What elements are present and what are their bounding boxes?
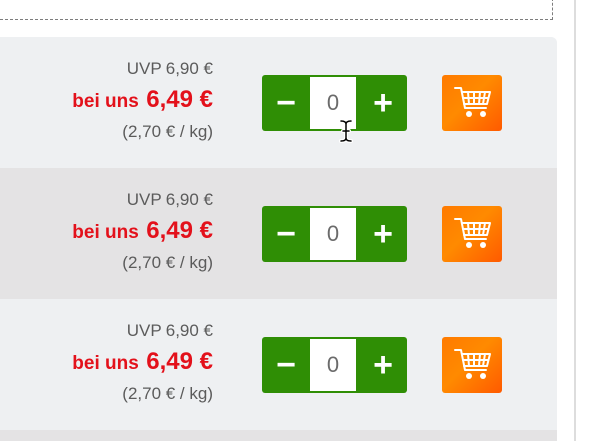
decrease-quantity-button[interactable]: −	[262, 337, 310, 393]
text-cursor-icon	[339, 119, 353, 143]
our-price: bei uns 6,49 €	[0, 347, 213, 380]
price-block: UVP 6,90 € bei uns 6,49 € (2,70 € / kg)	[0, 58, 213, 143]
price-block: UVP 6,90 € bei uns 6,49 € (2,70 € / kg)	[0, 189, 213, 274]
our-price-value: 6,49 €	[146, 217, 213, 244]
uvp-label: UVP	[126, 321, 162, 340]
uvp-value: 6,90 €	[165, 321, 213, 340]
quantity-stepper: − +	[262, 337, 407, 393]
uvp-price: UVP 6,90 €	[0, 189, 213, 211]
list-item: UVP 6,90 € bei uns 6,49 € (2,70 € / kg) −…	[0, 37, 557, 168]
page-border	[574, 0, 576, 441]
our-price: bei uns 6,49 €	[0, 85, 213, 118]
shopping-cart-icon	[454, 349, 491, 379]
add-to-cart-button[interactable]	[442, 337, 502, 393]
increase-quantity-button[interactable]: +	[359, 75, 407, 131]
shopping-cart-icon	[454, 87, 491, 117]
quantity-stepper: − +	[262, 75, 407, 131]
our-price-value: 6,49 €	[146, 348, 213, 375]
decrease-quantity-button[interactable]: −	[262, 206, 310, 262]
quantity-stepper: − +	[262, 206, 407, 262]
quantity-input[interactable]	[310, 208, 356, 260]
uvp-price: UVP 6,90 €	[0, 58, 213, 80]
uvp-label: UVP	[126, 190, 162, 209]
our-price-value: 6,49 €	[146, 86, 213, 113]
our-price-label: bei uns	[72, 353, 139, 374]
unit-price: (2,70 € / kg)	[122, 122, 213, 141]
our-price-label: bei uns	[72, 91, 139, 112]
increase-quantity-button[interactable]: +	[359, 337, 407, 393]
our-price-label: bei uns	[72, 222, 139, 243]
add-to-cart-button[interactable]	[442, 206, 502, 262]
increase-quantity-button[interactable]: +	[359, 206, 407, 262]
product-list-page: UVP 6,90 € bei uns 6,49 € (2,70 € / kg) −…	[0, 0, 600, 441]
uvp-label: UVP	[126, 59, 162, 78]
dashed-divider	[0, 0, 553, 20]
shopping-cart-icon	[454, 218, 491, 248]
quantity-input[interactable]	[310, 339, 356, 391]
uvp-value: 6,90 €	[165, 59, 213, 78]
our-price: bei uns 6,49 €	[0, 216, 213, 249]
list-item	[0, 430, 557, 441]
list-item: UVP 6,90 € bei uns 6,49 € (2,70 € / kg) −…	[0, 168, 557, 299]
unit-price: (2,70 € / kg)	[122, 384, 213, 403]
uvp-value: 6,90 €	[165, 190, 213, 209]
price-block: UVP 6,90 € bei uns 6,49 € (2,70 € / kg)	[0, 320, 213, 405]
unit-price: (2,70 € / kg)	[122, 253, 213, 272]
uvp-price: UVP 6,90 €	[0, 320, 213, 342]
list-item: UVP 6,90 € bei uns 6,49 € (2,70 € / kg) −…	[0, 299, 557, 430]
decrease-quantity-button[interactable]: −	[262, 75, 310, 131]
add-to-cart-button[interactable]	[442, 75, 502, 131]
product-list: UVP 6,90 € bei uns 6,49 € (2,70 € / kg) −…	[0, 37, 557, 441]
